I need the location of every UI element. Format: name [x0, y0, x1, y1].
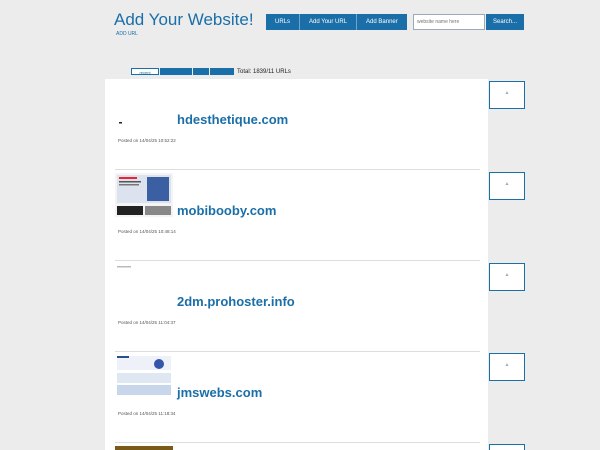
site-link[interactable]: mobibooby.com: [177, 203, 276, 218]
list-item: 2dm.prohoster.info Posted on 14/04/25 11…: [115, 261, 480, 352]
posted-date: Posted on 14/04/25 11:18:34: [118, 411, 176, 416]
total-count: Total: 1839/11 URLs: [237, 68, 291, 75]
site-link[interactable]: 2dm.prohoster.info: [177, 294, 295, 309]
arrow-up-icon: ▲: [504, 362, 510, 368]
site-thumbnail[interactable]: [115, 264, 173, 308]
add-url-button[interactable]: Add Your URL: [300, 14, 358, 30]
vote-box[interactable]: ▲: [489, 172, 525, 200]
site-thumbnail[interactable]: [115, 446, 173, 450]
vote-box[interactable]: ▲: [489, 81, 525, 109]
search-input[interactable]: [413, 14, 485, 30]
vote-box[interactable]: [489, 444, 525, 450]
search-bar: Search...: [413, 14, 525, 30]
page-header: Add Your Website! ADD URL URLs Add Your …: [0, 0, 600, 70]
vote-box[interactable]: ▲: [489, 353, 525, 381]
tab-3[interactable]: [193, 68, 209, 75]
vote-box[interactable]: ▲: [489, 263, 525, 291]
arrow-up-icon: ▲: [504, 181, 510, 187]
site-thumbnail[interactable]: [115, 355, 173, 399]
site-link[interactable]: hdesthetique.com: [177, 112, 288, 127]
posted-date: Posted on 14/04/25 11:04:37: [118, 320, 176, 325]
search-button[interactable]: Search...: [486, 14, 525, 30]
url-list: hdesthetique.com Posted on 14/04/25 10:5…: [105, 79, 488, 450]
tab-4[interactable]: [210, 68, 234, 75]
site-subtitle[interactable]: ADD URL: [116, 31, 138, 37]
arrow-up-icon: ▲: [504, 90, 510, 96]
list-item: hdesthetique.com Posted on 14/04/25 10:5…: [115, 79, 480, 170]
posted-date: Posted on 14/04/25 10:48:14: [118, 229, 176, 234]
posted-date: Posted on 14/04/25 10:52:22: [118, 138, 176, 143]
tab-recent[interactable]: recent: [131, 68, 159, 75]
site-thumbnail[interactable]: [115, 82, 173, 126]
add-banner-button[interactable]: Add Banner: [357, 14, 407, 30]
site-link[interactable]: jmswebs.com: [177, 385, 262, 400]
main-nav: URLs Add Your URL Add Banner: [266, 14, 407, 30]
tab-2[interactable]: [160, 68, 192, 75]
site-title[interactable]: Add Your Website!: [114, 10, 254, 30]
list-item: jmswebs.com Posted on 14/04/25 11:18:34: [115, 352, 480, 443]
list-item: [115, 443, 480, 450]
site-thumbnail[interactable]: [115, 173, 173, 217]
list-item: mobibooby.com Posted on 14/04/25 10:48:1…: [115, 170, 480, 261]
urls-button[interactable]: URLs: [266, 14, 301, 30]
arrow-up-icon: ▲: [504, 272, 510, 278]
list-tabs: recent Total: 1839/11 URLs: [131, 68, 291, 75]
